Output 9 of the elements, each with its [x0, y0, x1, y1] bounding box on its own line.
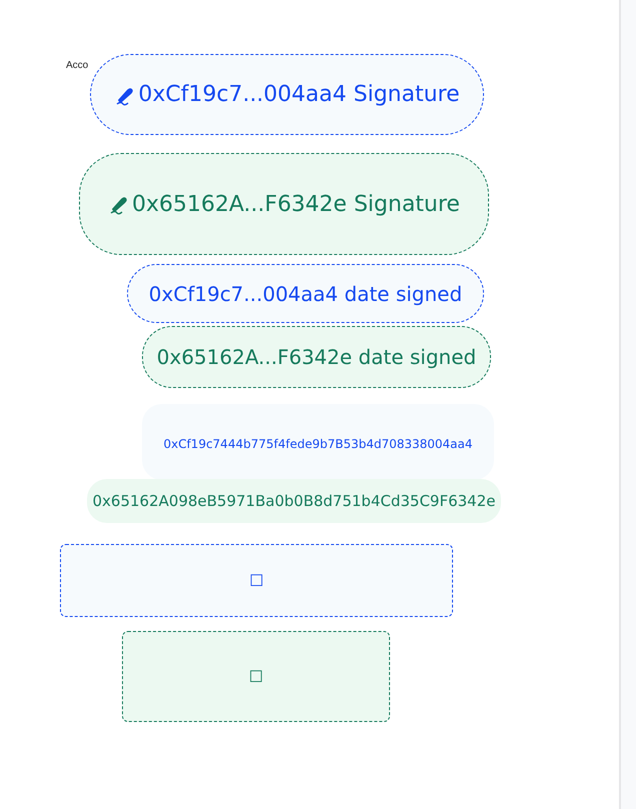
date-field[interactable]: 0xCf19c7...004aa4 date signed [127, 264, 484, 323]
checkbox-field[interactable]: ☐ [122, 631, 390, 722]
address-field[interactable]: 0xCf19c7444b775f4fede9b7B53b4d708338004aa4 [142, 404, 494, 480]
date-field[interactable]: 0x65162A...F6342e date signed [142, 326, 491, 388]
address-field[interactable]: 0x65162A098eB5971Ba0b0B8d751b4Cd35C9F6342e [87, 479, 501, 523]
page-label: Acco [66, 59, 88, 73]
signature-field[interactable]: 0x65162A...F6342e Signature [79, 153, 489, 255]
checkbox-field[interactable]: ☐ [60, 544, 453, 617]
signature-field[interactable]: 0xCf19c7...004aa4 Signature [90, 54, 484, 135]
